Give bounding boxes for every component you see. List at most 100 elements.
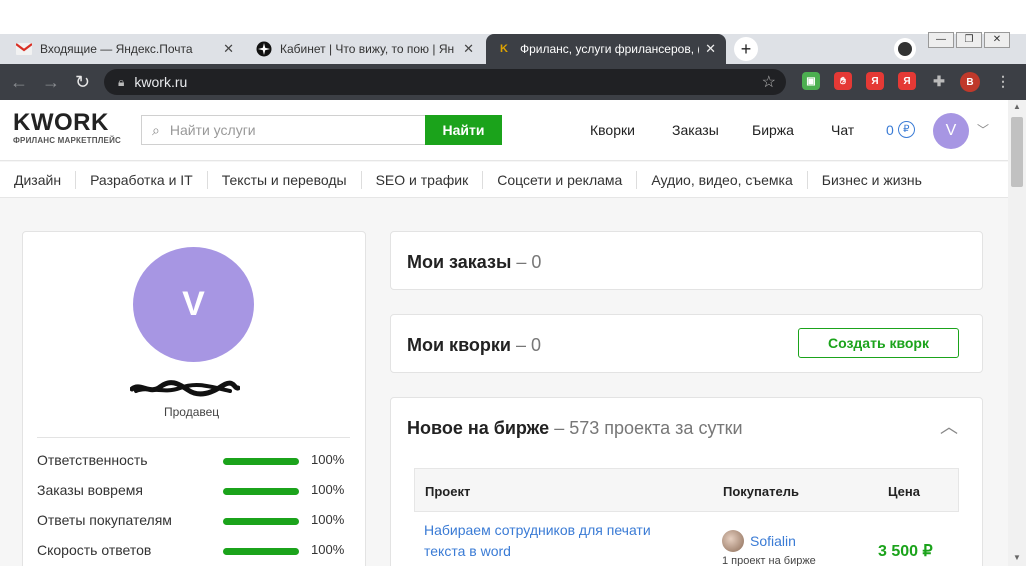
category-texts[interactable]: Тексты и переводы: [208, 170, 362, 189]
nav-orders[interactable]: Заказы: [672, 122, 719, 138]
puzzle-icon[interactable]: ✚: [930, 72, 948, 90]
compass-icon: [256, 41, 272, 57]
close-icon[interactable]: ✕: [705, 41, 716, 57]
page-scrollbar[interactable]: ▲ ▼: [1008, 100, 1026, 566]
profile-avatar[interactable]: V: [133, 247, 254, 362]
stat-label: Скорость ответов: [37, 542, 152, 558]
address-bar[interactable]: 🔒︎ kwork.ru ☆: [104, 69, 786, 95]
balance-amount: 0: [886, 121, 894, 138]
hand-icon[interactable]: ✋︎: [834, 72, 852, 90]
kwork-k-icon: K: [500, 43, 508, 55]
tab-cabinet[interactable]: Кабинет | Что вижу, то пою | Ян ✕: [246, 34, 484, 64]
exchange-title: Новое на бирже: [407, 418, 550, 438]
back-icon[interactable]: ←: [10, 72, 28, 93]
address-text: kwork.ru: [134, 74, 188, 90]
create-kwork-button[interactable]: Создать кворк: [798, 328, 959, 358]
category-social[interactable]: Соцсети и реклама: [483, 170, 638, 189]
my-orders-title: Мои заказы: [407, 252, 512, 272]
profile-role: Продавец: [164, 405, 220, 419]
buyer-link[interactable]: Sofialin: [722, 530, 796, 552]
category-bar: Дизайн Разработка и IT Тексты и переводы…: [0, 162, 1008, 198]
redacted-username-scribble: [129, 380, 241, 403]
kwork-logo[interactable]: KWORK ФРИЛАНС МАРКЕТПЛЕЙС: [13, 109, 121, 146]
stat-label: Ответственность: [37, 452, 148, 468]
video-icon[interactable]: ▣: [802, 72, 820, 90]
category-development[interactable]: Разработка и IT: [76, 170, 208, 189]
maximize-icon[interactable]: ❐: [956, 32, 982, 48]
my-orders-count: – 0: [516, 252, 542, 272]
close-icon[interactable]: ✕: [463, 41, 474, 57]
stat-value: 100%: [311, 482, 345, 497]
category-design[interactable]: Дизайн: [0, 170, 77, 189]
yandex-icon[interactable]: Я: [898, 72, 916, 90]
logo-text: KWORK: [13, 109, 109, 136]
tab-title: Фриланс, услуги фрилансеров, (: [520, 42, 700, 56]
buyer-name: Sofialin: [750, 533, 796, 549]
user-avatar[interactable]: V: [933, 113, 969, 149]
browser-profile-avatar[interactable]: В: [960, 72, 980, 92]
stat-row: Ответы покупателям 100%: [37, 512, 350, 530]
column-price: Цена: [888, 484, 920, 499]
buyer-avatar: [722, 530, 744, 552]
stat-row: Ответственность 100%: [37, 452, 350, 470]
column-buyer: Покупатель: [723, 484, 799, 499]
stat-label: Заказы вовремя: [37, 482, 143, 498]
profile-divider: [37, 437, 350, 438]
bookmark-star-icon[interactable]: ☆: [762, 72, 776, 92]
stat-value: 100%: [311, 542, 345, 557]
tab-kwork[interactable]: K Фриланс, услуги фрилансеров, ( ✕: [486, 34, 726, 64]
exchange-count: – 573 проекта за сутки: [554, 418, 743, 438]
forward-icon[interactable]: →: [42, 72, 60, 93]
scrollbar-thumb[interactable]: [1011, 117, 1023, 187]
my-orders-heading: Мои заказы – 0: [407, 252, 541, 273]
column-project: Проект: [425, 484, 471, 499]
stat-progress-bar: [223, 518, 299, 525]
buyer-projects-count: 1 проект на бирже: [722, 555, 816, 566]
category-business[interactable]: Бизнес и жизнь: [808, 171, 936, 189]
stat-row: Заказы вовремя 100%: [37, 482, 350, 500]
close-icon[interactable]: ✕: [223, 41, 234, 57]
chevron-up-icon[interactable]: ︿: [940, 413, 958, 439]
stat-label: Ответы покупателям: [37, 512, 172, 528]
scroll-up-icon[interactable]: ▲: [1013, 102, 1021, 111]
my-kworks-title: Мои кворки: [407, 335, 511, 355]
stat-progress-bar: [223, 548, 299, 555]
my-orders-card[interactable]: Мои заказы – 0: [390, 231, 983, 290]
lock-icon: 🔒︎: [118, 74, 125, 89]
window-controls: — ❐ ✕: [926, 32, 1010, 48]
nav-chat[interactable]: Чат: [831, 122, 854, 138]
project-price: 3 500 ₽: [878, 543, 933, 560]
logo-subtitle: ФРИЛАНС МАРКЕТПЛЕЙС: [13, 136, 121, 145]
stat-progress-bar: [223, 458, 299, 465]
scroll-down-icon[interactable]: ▼: [1013, 553, 1021, 562]
balance[interactable]: 0 ₽: [886, 121, 915, 138]
search-input[interactable]: [169, 122, 410, 138]
tab-title: Входящие — Яндекс.Почта: [40, 42, 193, 56]
profile-dropdown-icon[interactable]: [894, 38, 916, 60]
yandex-icon[interactable]: Я: [866, 72, 884, 90]
category-audio-video[interactable]: Аудио, видео, съемка: [637, 170, 808, 189]
minimize-icon[interactable]: —: [928, 32, 954, 48]
stat-row: Скорость ответов 100%: [37, 542, 350, 560]
category-seo[interactable]: SEO и трафик: [362, 170, 484, 189]
nav-kworks[interactable]: Кворки: [590, 122, 635, 138]
stat-value: 100%: [311, 512, 345, 527]
my-kworks-heading[interactable]: Мои кворки – 0: [407, 335, 541, 356]
search-icon: ⌕: [152, 121, 160, 138]
menu-icon[interactable]: ⋮: [994, 72, 1012, 90]
tab-yandex-mail[interactable]: Входящие — Яндекс.Почта ✕: [6, 34, 244, 64]
my-kworks-count: – 0: [515, 335, 542, 355]
nav-exchange[interactable]: Биржа: [752, 122, 794, 138]
chevron-down-icon[interactable]: ﹀: [977, 121, 989, 138]
tab-title: Кабинет | Что вижу, то пою | Ян: [280, 42, 455, 56]
stat-value: 100%: [311, 452, 345, 467]
reload-icon[interactable]: ↻: [75, 72, 90, 93]
ruble-coin-icon: ₽: [897, 121, 915, 138]
search-box: ⌕: [141, 115, 425, 145]
project-title-link[interactable]: Набираем сотрудников для печати текста в…: [424, 520, 694, 562]
exchange-heading: Новое на бирже – 573 проекта за сутки: [407, 418, 743, 439]
new-tab-button[interactable]: +: [734, 37, 758, 61]
gmail-envelope-icon: [16, 41, 32, 57]
search-button[interactable]: Найти: [425, 115, 502, 145]
close-window-icon[interactable]: ✕: [984, 32, 1010, 48]
